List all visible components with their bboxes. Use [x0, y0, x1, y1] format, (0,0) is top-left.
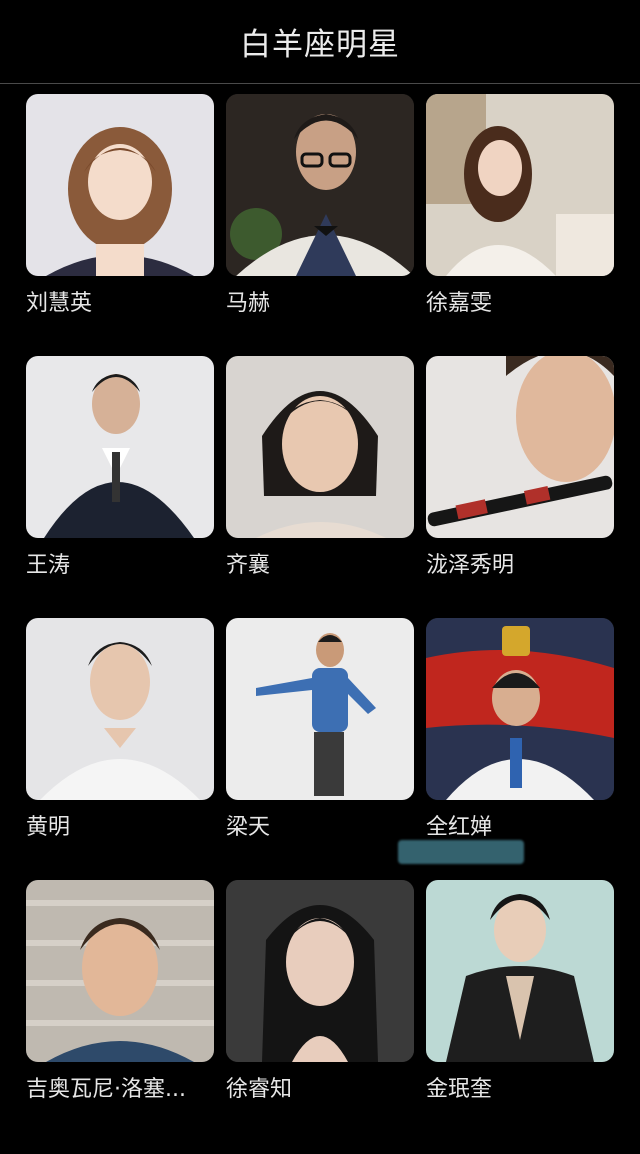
- celebrity-name: 马赫: [226, 291, 271, 316]
- person-photo-icon: [26, 356, 214, 538]
- page-title: 白羊座明星: [240, 27, 400, 63]
- celebrity-card[interactable]: 马赫: [226, 94, 414, 316]
- person-photo-icon: [426, 618, 614, 800]
- celebrity-name: 梁天: [226, 815, 271, 840]
- celebrity-card[interactable]: 梁天: [226, 618, 414, 840]
- highlight-mark: [398, 840, 524, 864]
- celebrity-card[interactable]: 吉奥瓦尼·洛塞...: [26, 880, 214, 1102]
- celebrity-name: 徐睿知: [226, 1077, 293, 1102]
- person-photo-icon: [26, 618, 214, 800]
- person-photo-icon: [426, 356, 614, 538]
- celebrity-name: 王涛: [26, 553, 71, 578]
- person-photo-icon: [26, 880, 214, 1062]
- celebrity-name: 徐嘉雯: [426, 291, 493, 316]
- celebrity-card[interactable]: 王涛: [26, 356, 214, 578]
- person-photo-icon: [26, 94, 214, 276]
- celebrity-name: 金珉奎: [426, 1077, 493, 1102]
- celebrity-name: 刘慧英: [26, 291, 93, 316]
- top-bar: 白羊座明星: [0, 0, 640, 84]
- celebrity-card[interactable]: 全红婵: [426, 618, 614, 840]
- person-photo-icon: [226, 356, 414, 538]
- celebrity-card[interactable]: 徐嘉雯: [426, 94, 614, 316]
- celebrity-name: 全红婵: [426, 815, 493, 840]
- person-photo-icon: [426, 94, 614, 276]
- celebrity-name: 泷泽秀明: [426, 553, 515, 578]
- person-photo-icon: [226, 618, 414, 800]
- celebrity-card[interactable]: 金珉奎: [426, 880, 614, 1102]
- celebrity-name: 黄明: [26, 815, 71, 840]
- celebrity-card[interactable]: 刘慧英: [26, 94, 214, 316]
- celebrity-name: 齐襄: [226, 553, 271, 578]
- celebrity-name: 吉奥瓦尼·洛塞...: [26, 1077, 186, 1102]
- person-photo-icon: [226, 880, 414, 1062]
- celebrity-card[interactable]: 徐睿知: [226, 880, 414, 1102]
- celebrity-card[interactable]: 齐襄: [226, 356, 414, 578]
- celebrity-grid: 刘慧英 马赫 徐嘉雯 王涛 齐襄 泷泽秀明 黄明 梁天 全红婵 吉奥瓦尼·洛塞.…: [0, 84, 640, 1154]
- person-photo-icon: [426, 880, 614, 1062]
- celebrity-card[interactable]: 黄明: [26, 618, 214, 840]
- celebrity-card[interactable]: 泷泽秀明: [426, 356, 614, 578]
- person-photo-icon: [226, 94, 414, 276]
